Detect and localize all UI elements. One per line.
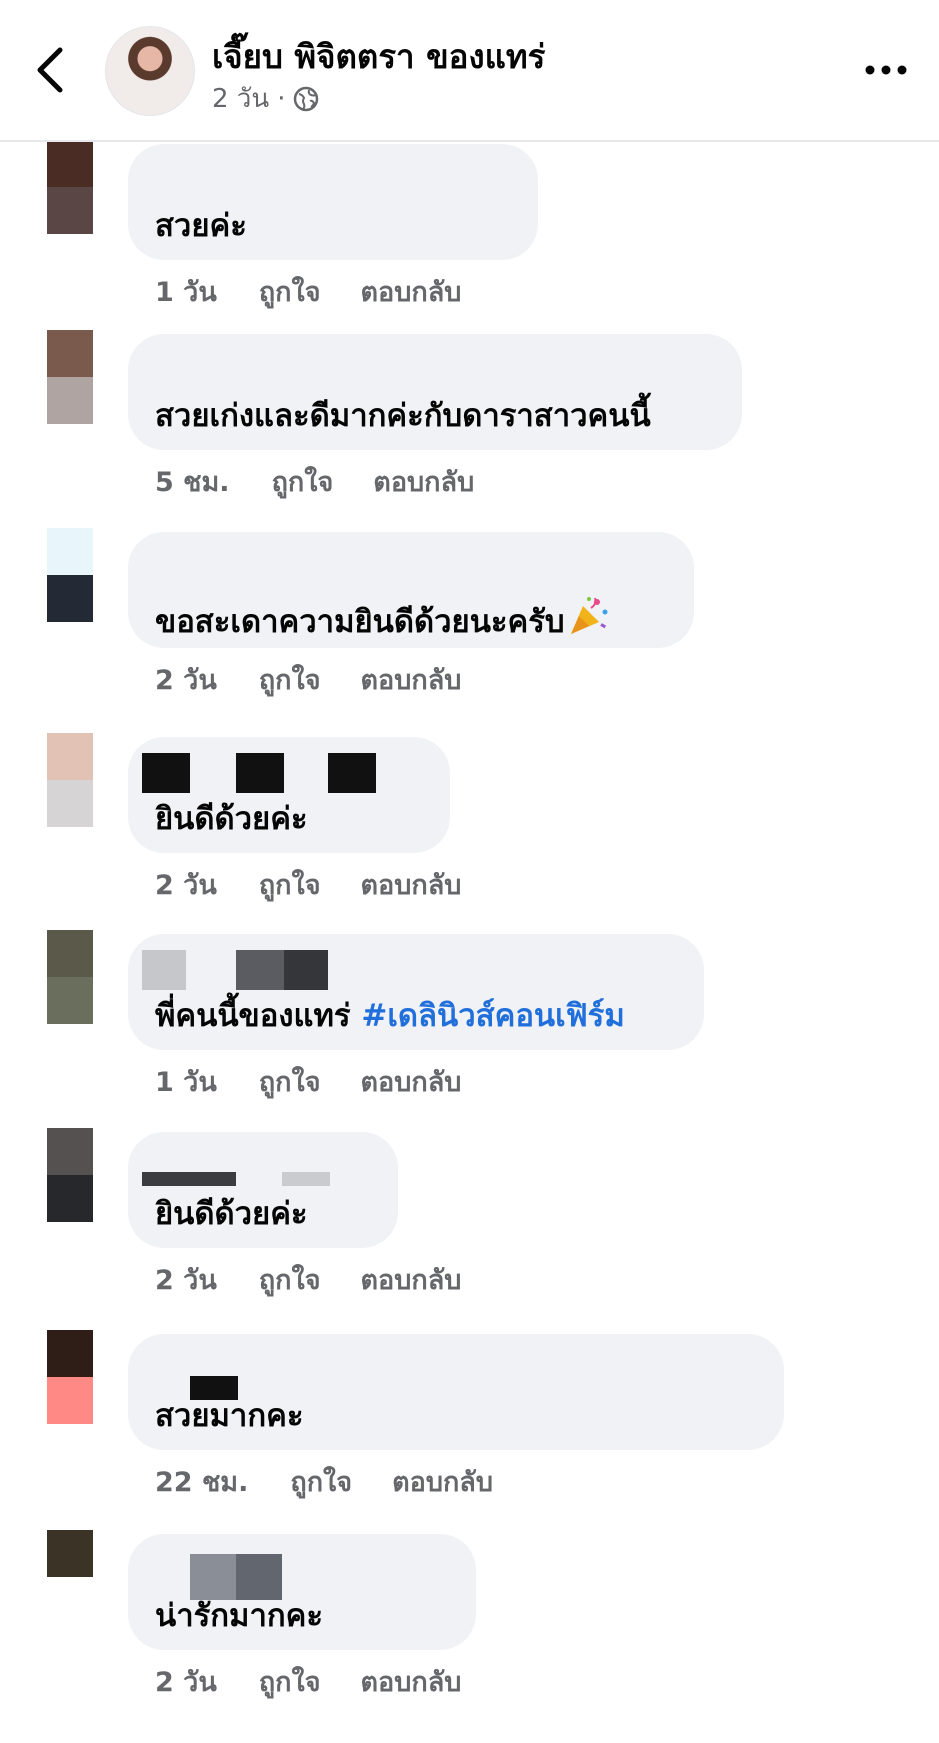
like-button[interactable]: ถูกใจ [259, 1660, 321, 1703]
avatar[interactable] [47, 733, 93, 827]
comment-time: 2 วัน [155, 665, 217, 696]
avatar[interactable] [47, 1128, 93, 1222]
comments-list: สวยค่ะ 1 วัน ถูกใจ ตอบกลับ สวยเก่งและดีม… [0, 0, 939, 1743]
comment-text-body: ขอสะเดาความยินดีด้วยนะครับ [155, 604, 565, 640]
avatar[interactable] [47, 1530, 93, 1624]
hashtag-link[interactable]: #เดลินิวส์คอนเฟิร์ม [361, 998, 624, 1034]
comment-text: ยินดีด้วยค่ะ [155, 1196, 308, 1232]
avatar[interactable] [47, 930, 93, 1024]
reply-button[interactable]: ตอบกลับ [361, 863, 462, 906]
comment-actions: 5 ชม. ถูกใจ ตอบกลับ [155, 460, 474, 503]
post-meta: 2 วัน · [212, 78, 319, 119]
comment-actions: 2 วัน ถูกใจ ตอบกลับ [155, 658, 461, 701]
comment-time: 22 ชม. [155, 1467, 249, 1498]
reply-button[interactable]: ตอบกลับ [361, 270, 462, 313]
reply-button[interactable]: ตอบกลับ [361, 1660, 462, 1703]
like-button[interactable]: ถูกใจ [259, 1258, 321, 1301]
reply-button[interactable]: ตอบกลับ [373, 460, 474, 503]
comment-text: สวยค่ะ [155, 208, 247, 244]
comment-text: ยินดีด้วยค่ะ [155, 801, 308, 837]
comment-bubble[interactable]: ขอสะเดาความยินดีด้วยนะครับ [128, 532, 694, 648]
more-dots-icon[interactable] [864, 56, 908, 84]
profile-name[interactable]: เจี๊ยบ พิจิตตรา ของแทร่ [212, 30, 545, 83]
avatar[interactable] [47, 330, 93, 424]
chevron-left-icon[interactable] [30, 42, 74, 98]
like-button[interactable]: ถูกใจ [272, 460, 334, 503]
like-button[interactable]: ถูกใจ [259, 863, 321, 906]
comment-actions: 2 วัน ถูกใจ ตอบกลับ [155, 1660, 461, 1703]
comment-time: 2 วัน [155, 1265, 217, 1296]
reply-button[interactable]: ตอบกลับ [392, 1460, 493, 1503]
comment-text: สวยมากคะ [155, 1398, 304, 1434]
comment-text: ขอสะเดาความยินดีด้วยนะครับ [155, 594, 611, 642]
comment-actions: 1 วัน ถูกใจ ตอบกลับ [155, 1060, 461, 1103]
comment-actions: 2 วัน ถูกใจ ตอบกลับ [155, 1258, 461, 1301]
avatar[interactable] [47, 1330, 93, 1424]
comment-text: สวยเก่งและดีมากค่ะกับดาราสาวคนนี้ [155, 398, 651, 434]
comment-actions: 1 วัน ถูกใจ ตอบกลับ [155, 270, 461, 313]
comment-text: พี่คนนี้ของแทร่ #เดลินิวส์คอนเฟิร์ม [155, 996, 625, 1036]
comment-bubble[interactable]: พี่คนนี้ของแทร่ #เดลินิวส์คอนเฟิร์ม [128, 934, 704, 1050]
comment-time: 1 วัน [155, 1067, 217, 1098]
globe-icon [294, 86, 319, 111]
comment-text-body: พี่คนนี้ของแทร่ [155, 998, 362, 1034]
post-header: เจี๊ยบ พิจิตตรา ของแทร่ 2 วัน · [0, 0, 939, 142]
post-time[interactable]: 2 วัน [212, 78, 269, 119]
like-button[interactable]: ถูกใจ [259, 1060, 321, 1103]
comment-time: 5 ชม. [155, 467, 230, 498]
comment-bubble[interactable]: ยินดีด้วยค่ะ [128, 1132, 398, 1248]
profile-avatar[interactable] [105, 26, 195, 116]
party-popper-icon [570, 597, 608, 634]
comment-bubble[interactable]: น่ารักมากคะ [128, 1534, 476, 1650]
comment-bubble[interactable]: สวยเก่งและดีมากค่ะกับดาราสาวคนนี้ [128, 334, 742, 450]
comment-time: 2 วัน [155, 1667, 217, 1698]
like-button[interactable]: ถูกใจ [259, 658, 321, 701]
comment-bubble[interactable]: สวยมากคะ [128, 1334, 784, 1450]
like-button[interactable]: ถูกใจ [290, 1460, 352, 1503]
comment-time: 2 วัน [155, 870, 217, 901]
comment-bubble[interactable]: ยินดีด้วยค่ะ [128, 737, 450, 853]
comment-time: 1 วัน [155, 277, 217, 308]
comment-bubble[interactable]: สวยค่ะ [128, 144, 538, 260]
comment-actions: 22 ชม. ถูกใจ ตอบกลับ [155, 1460, 493, 1503]
comment-text: น่ารักมากคะ [155, 1598, 324, 1634]
reply-button[interactable]: ตอบกลับ [361, 658, 462, 701]
like-button[interactable]: ถูกใจ [259, 270, 321, 313]
reply-button[interactable]: ตอบกลับ [361, 1258, 462, 1301]
comment-actions: 2 วัน ถูกใจ ตอบกลับ [155, 863, 461, 906]
avatar[interactable] [47, 528, 93, 622]
separator-dot: · [277, 83, 286, 114]
avatar[interactable] [47, 140, 93, 234]
reply-button[interactable]: ตอบกลับ [361, 1060, 462, 1103]
